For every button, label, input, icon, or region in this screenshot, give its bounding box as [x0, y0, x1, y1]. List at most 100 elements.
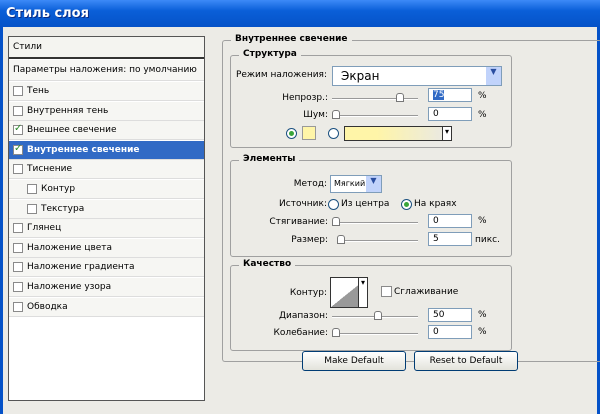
opacity-input[interactable]: 75: [428, 88, 472, 102]
slider-thumb[interactable]: [396, 93, 404, 102]
slider-thumb[interactable]: [337, 235, 345, 244]
style-item[interactable]: Тень: [9, 82, 204, 101]
structure-title: Структура: [239, 49, 301, 59]
dropdown-arrow-icon: ▾: [358, 278, 367, 307]
percent-unit: %: [478, 310, 487, 320]
style-item-label: Внешнее свечение: [27, 125, 117, 136]
style-item-label: Наложение узора: [27, 282, 112, 292]
solid-color-radio[interactable]: [286, 128, 297, 139]
gradient-picker[interactable]: ▾: [344, 126, 452, 141]
checkbox[interactable]: [27, 203, 37, 214]
opacity-label: Непрозр.:: [282, 93, 328, 103]
blend-mode-select[interactable]: Экран ▼: [332, 66, 502, 86]
noise-slider[interactable]: [332, 110, 418, 119]
style-item[interactable]: Наложение градиента: [9, 258, 204, 278]
percent-unit: %: [478, 91, 487, 101]
checkbox[interactable]: [13, 164, 23, 175]
chevron-down-icon: ▼: [366, 176, 381, 192]
slider-thumb[interactable]: [332, 110, 340, 119]
source-edge-label: На краях: [414, 199, 457, 209]
percent-unit: %: [478, 216, 487, 226]
dropdown-arrow-icon: ▾: [442, 127, 451, 140]
style-item[interactable]: Контур: [9, 180, 204, 199]
source-center-radio[interactable]: [328, 199, 339, 210]
quality-group: Качество Контур: ▾ Сглаживание Диапазон:…: [230, 259, 512, 351]
jitter-input[interactable]: 0: [428, 325, 472, 339]
slider-thumb[interactable]: [332, 328, 340, 337]
style-item[interactable]: Внутренняя тень: [9, 101, 204, 121]
contour-label: Контур:: [289, 288, 327, 298]
slider-thumb[interactable]: [374, 311, 382, 320]
structure-group: Структура Режим наложения: Экран ▼ Непроз…: [230, 49, 512, 148]
opacity-slider[interactable]: [332, 93, 418, 102]
style-item[interactable]: Обводка: [9, 297, 204, 317]
checkbox[interactable]: [13, 282, 23, 292]
styles-header[interactable]: Стили: [9, 37, 204, 59]
slider-thumb[interactable]: [332, 217, 340, 226]
style-item-label: Текстура: [41, 203, 85, 214]
style-item-label: Тиснение: [27, 164, 72, 175]
style-item-label: Глянец: [27, 223, 62, 234]
method-select[interactable]: Мягкий ▼: [330, 175, 382, 193]
styles-list: Стили Параметры наложения: по умолчанию …: [8, 36, 205, 401]
chevron-down-icon: ▼: [486, 67, 501, 85]
glow-color-swatch[interactable]: [302, 126, 316, 140]
quality-title: Качество: [239, 259, 296, 269]
elements-group: Элементы Метод: Мягкий ▼ Источник: Из цен…: [230, 154, 512, 257]
style-item-label: Внутренняя тень: [27, 105, 109, 116]
choke-label: Стягивание:: [269, 217, 328, 227]
size-label: Размер:: [291, 235, 328, 245]
source-center-label: Из центра: [341, 199, 390, 209]
noise-input[interactable]: 0: [428, 107, 472, 121]
range-input[interactable]: 50: [428, 308, 472, 322]
range-label: Диапазон:: [278, 311, 328, 321]
gradient-radio[interactable]: [328, 128, 339, 139]
styles-header-label: Стили: [13, 42, 42, 52]
size-input[interactable]: 5: [428, 232, 472, 246]
jitter-slider[interactable]: [332, 328, 418, 337]
checkbox[interactable]: [13, 105, 23, 116]
style-item-label: Наложение цвета: [27, 242, 113, 253]
antialias-checkbox[interactable]: [381, 286, 392, 297]
blend-mode-label: Режим наложения:: [235, 70, 327, 80]
checkbox[interactable]: [13, 301, 23, 312]
checkbox[interactable]: [13, 223, 23, 234]
make-default-button[interactable]: Make Default: [302, 351, 406, 371]
source-edge-radio[interactable]: [401, 199, 412, 210]
contour-picker[interactable]: ▾: [330, 277, 368, 308]
pixels-unit: пикс.: [475, 235, 500, 245]
checkbox[interactable]: [13, 262, 23, 273]
style-item-label: Обводка: [27, 301, 68, 312]
checkbox[interactable]: [27, 184, 37, 194]
choke-slider[interactable]: [332, 217, 418, 226]
blend-mode-value: Экран: [341, 69, 380, 83]
percent-unit: %: [478, 327, 487, 337]
style-item[interactable]: Наложение узора: [9, 278, 204, 297]
style-item[interactable]: Текстура: [9, 199, 204, 219]
style-item[interactable]: Внешнее свечение: [9, 121, 204, 141]
percent-unit: %: [478, 110, 487, 120]
style-item[interactable]: Наложение цвета: [9, 238, 204, 258]
inner-glow-title: Внутреннее свечение: [231, 34, 352, 44]
range-slider[interactable]: [332, 311, 418, 320]
blend-options-item[interactable]: Параметры наложения: по умолчанию: [9, 60, 204, 81]
method-value: Мягкий: [334, 179, 366, 188]
size-slider[interactable]: [337, 235, 418, 244]
style-item-label: Контур: [41, 184, 76, 194]
elements-title: Элементы: [239, 154, 300, 164]
checkbox[interactable]: [13, 123, 23, 136]
antialias-label: Сглаживание: [394, 287, 459, 297]
choke-input[interactable]: 0: [428, 214, 472, 228]
checkbox[interactable]: [13, 143, 23, 155]
style-item[interactable]: Тиснение: [9, 160, 204, 180]
style-item[interactable]: Внутреннее свечение: [9, 140, 204, 160]
window-title: Стиль слоя: [0, 0, 600, 27]
style-item[interactable]: Глянец: [9, 219, 204, 239]
style-item-label: Тень: [27, 86, 50, 96]
method-label: Метод:: [293, 179, 327, 189]
checkbox[interactable]: [13, 242, 23, 253]
source-label: Источник:: [279, 199, 327, 209]
checkbox[interactable]: [13, 86, 23, 96]
style-item-label: Внутреннее свечение: [27, 144, 140, 155]
reset-default-button[interactable]: Reset to Default: [414, 351, 518, 371]
